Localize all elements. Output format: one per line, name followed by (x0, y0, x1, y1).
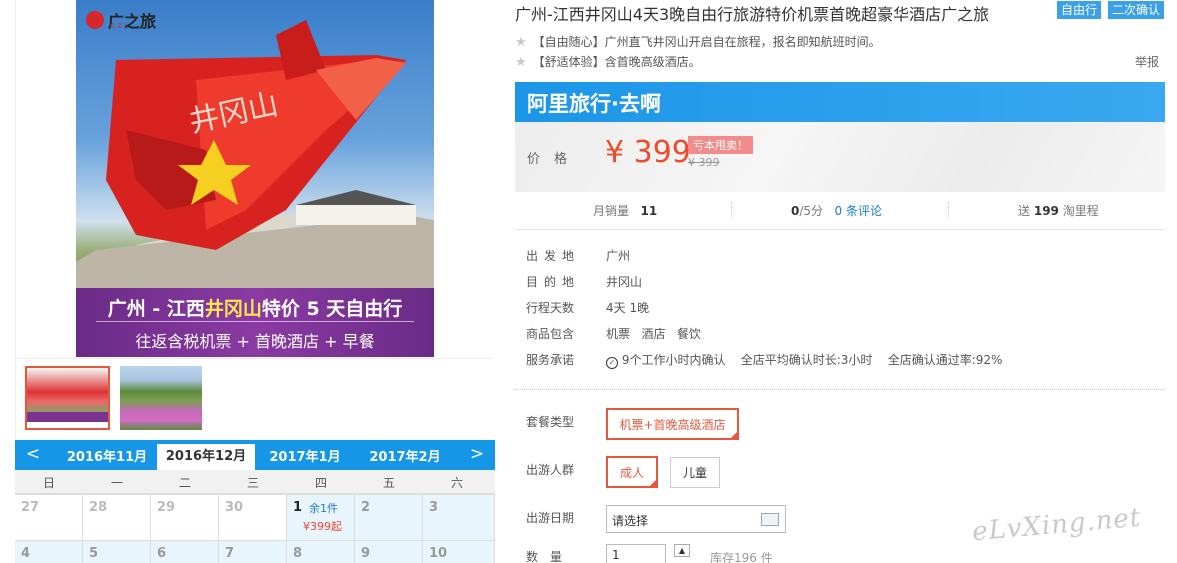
tag-free-travel: 自由行 (1057, 1, 1102, 19)
product-main-image[interactable]: 广之旅 GZL 井冈山 广州 - 江西井冈山特价 5 天自由行 往返含税机票 +… (76, 0, 434, 357)
calendar-icon[interactable] (761, 513, 779, 526)
traveler-label: 出游人群 (526, 463, 575, 477)
calendar-row: 4 5 6 7 8 9 10 (15, 540, 495, 563)
product-title: 广州-江西井冈山4天3晚自由行旅游特价机票首晚超豪华酒店广之旅 (515, 5, 990, 24)
day-price: ¥399起 (303, 520, 342, 533)
feature-line: ★ 【舒适体验】含首晚高级酒店。 (515, 55, 701, 70)
product-page: 广之旅 GZL 井冈山 广州 - 江西井冈山特价 5 天自由行 往返含税机票 +… (0, 0, 1177, 563)
brand-name: 阿里旅行·去啊 (527, 92, 661, 116)
calendar-weekdays: 日 一 二 三 四 五 六 (15, 470, 495, 494)
days-value: 4天 1晚 (606, 301, 650, 315)
image-divider (15, 358, 493, 359)
weekday-label: 一 (110, 476, 123, 490)
image-banner: 广州 - 江西井冈山特价 5 天自由行 往返含税机票 + 首晚酒店 + 早餐 (76, 288, 434, 357)
service-label: 服务承诺 (526, 353, 575, 367)
stats-bar: 月销量 11 0/5分 0 条评论 送 199 淘里程 (515, 192, 1165, 230)
calendar-day: 9 (355, 541, 423, 563)
calendar-next-button[interactable]: > (467, 444, 487, 466)
calendar-month-tab[interactable]: 2017年1月 (257, 446, 353, 470)
star-icon: ★ (515, 35, 527, 50)
reviews-link[interactable]: 0 条评论 (835, 204, 882, 218)
rating: 0/5分 0 条评论 (791, 204, 882, 218)
price-original: ¥ 399 (688, 156, 720, 169)
days-label: 行程天数 (526, 301, 575, 315)
date-calendar: < 2016年11月 2016年12月 2017年1月 2017年2月 > 日 … (15, 440, 495, 563)
calendar-day: 30 (219, 495, 287, 541)
calendar-month-tab[interactable]: 2017年2月 (357, 446, 453, 470)
calendar-day: 4 (15, 541, 83, 563)
package-label: 套餐类型 (526, 415, 575, 429)
calendar-day-available[interactable]: 1 余1件 ¥399起 (287, 495, 355, 541)
left-border (15, 0, 16, 440)
price-badge: 亏本甩卖！ (688, 136, 753, 154)
quantity-up-button[interactable]: ▲ (674, 544, 690, 557)
section-divider (515, 389, 1165, 390)
banner-subtitle: 往返含税机票 + 首晚酒店 + 早餐 (135, 332, 375, 351)
calendar-row: 27 28 29 30 1 余1件 ¥399起 2 3 (15, 494, 495, 541)
check-icon: ✓ (606, 357, 618, 369)
report-link[interactable]: 举报 (1135, 53, 1159, 70)
calendar-day: 7 (219, 541, 287, 563)
calendar-day: 5 (83, 541, 151, 563)
travel-date-input[interactable]: 请选择 (606, 505, 786, 533)
package-option-selected[interactable]: 机票+首晚高级酒店 (606, 408, 739, 440)
star-icon: ★ (515, 55, 527, 70)
calendar-day: 6 (151, 541, 219, 563)
includes-label: 商品包含 (526, 327, 575, 341)
feature-line: ★ 【自由随心】广州直飞井冈山开启自在旅程，报名即知航班时间。 (515, 35, 881, 50)
points: 送 199 淘里程 (1018, 204, 1099, 218)
quantity-input[interactable]: 1 (606, 544, 666, 563)
calendar-prev-button[interactable]: < (23, 444, 43, 466)
weekday-label: 二 (178, 476, 191, 490)
traveler-child-option[interactable]: 儿童 (670, 457, 720, 488)
banner-title: 广州 - 江西井冈山特价 5 天自由行 (107, 298, 403, 320)
price-label: 价格 (527, 152, 582, 167)
includes-value: 机票 酒店 餐饮 (606, 327, 701, 341)
price-box: 价格 ¥ 399 亏本甩卖！ ¥ 399 (515, 122, 1165, 192)
thumbnail-2[interactable] (120, 366, 202, 430)
weekday-label: 五 (382, 476, 395, 490)
calendar-header: < 2016年11月 2016年12月 2017年1月 2017年2月 > (15, 440, 495, 470)
weekday-label: 三 (246, 476, 259, 490)
traveler-adult-option[interactable]: 成人 (606, 456, 658, 488)
calendar-day: 2 (355, 495, 423, 541)
calendar-day: 10 (423, 541, 495, 563)
banner-divider (96, 321, 414, 322)
calendar-day: 27 (15, 495, 83, 541)
day-stock: 余1件 (309, 502, 338, 515)
stock-count: 库存196 件 (710, 551, 773, 563)
logo-subtext: GZL (110, 23, 132, 30)
watermark: eLvXing.net (971, 502, 1143, 548)
calendar-day: 29 (151, 495, 219, 541)
weekday-label: 日 (42, 476, 55, 490)
weekday-label: 六 (450, 476, 463, 490)
calendar-day: 28 (83, 495, 151, 541)
destination-label: 目的地 (526, 275, 581, 289)
calendar-month-tab[interactable]: 2016年11月 (59, 446, 155, 470)
weekday-label: 四 (314, 476, 327, 490)
thumbnail-1[interactable] (25, 366, 110, 430)
departure-label: 出发地 (526, 249, 581, 263)
price-current: ¥ 399 (605, 135, 691, 170)
quantity-label: 数量 (526, 550, 575, 563)
monthly-sales: 月销量 11 (593, 204, 658, 218)
tag-reconfirm: 二次确认 (1108, 1, 1165, 19)
calendar-day: 8 (287, 541, 355, 563)
service-value: ✓ 9个工作小时内确认 全店平均确认时长:3小时 全店确认通过率:92% (606, 351, 1002, 369)
logo-flower-icon (86, 11, 104, 29)
calendar-day: 3 (423, 495, 495, 541)
calendar-month-tab-active[interactable]: 2016年12月 (157, 444, 255, 470)
brand-bar: 阿里旅行·去啊 (515, 82, 1165, 122)
departure-value: 广州 (606, 249, 631, 263)
destination-value: 井冈山 (606, 275, 643, 289)
date-label: 出游日期 (526, 511, 575, 525)
